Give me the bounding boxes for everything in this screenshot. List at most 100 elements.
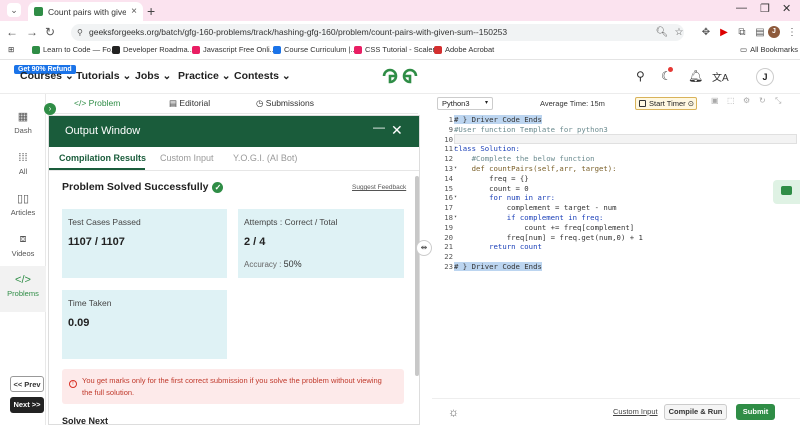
- bookmark-item[interactable]: Course Curriculum |...: [273, 45, 357, 54]
- output-scrollbar[interactable]: [415, 176, 419, 376]
- suggest-feedback-link[interactable]: Suggest Feedback: [352, 184, 406, 191]
- code-line: return count: [454, 242, 542, 252]
- minimize-icon[interactable]: —: [373, 120, 385, 134]
- reset-icon[interactable]: ↻: [759, 96, 766, 105]
- chat-icon: [781, 186, 792, 195]
- bookmark-label: Learn to Code — Fo...: [43, 45, 118, 54]
- tab-yogi-ai-bot[interactable]: Y.O.G.I. (AI Bot): [233, 153, 297, 163]
- compile-run-button[interactable]: Compile & Run: [664, 404, 727, 420]
- gfg-favicon-icon: [34, 7, 43, 16]
- prev-button[interactable]: << Prev: [10, 376, 44, 392]
- reload-icon[interactable]: ↻: [42, 22, 58, 42]
- theme-toggle-icon[interactable]: ☾: [661, 67, 673, 83]
- reading-list-icon[interactable]: ▤: [752, 24, 768, 41]
- accuracy-label: Accuracy :: [244, 260, 282, 269]
- minimize-window-icon[interactable]: —: [736, 2, 747, 14]
- forward-icon[interactable]: →: [24, 22, 40, 42]
- document-icon: ▤: [169, 98, 178, 108]
- caret-down-icon: ▾: [484, 100, 488, 106]
- line-number: 21: [444, 242, 453, 252]
- extension-move-icon[interactable]: ✥: [698, 24, 714, 41]
- code-line: complement = target - num: [454, 203, 617, 213]
- bookmark-item[interactable]: Adobe Acrobat: [434, 45, 494, 54]
- bookmark-favicon-icon: [354, 45, 362, 54]
- bookmark-item[interactable]: Javascript Free Onli...: [192, 45, 276, 54]
- all-bookmarks-folder[interactable]: ▭ All Bookmarks: [740, 45, 798, 54]
- sidebar-item-label: Videos: [11, 249, 35, 258]
- menu-tutorials[interactable]: Tutorials ⌄: [76, 70, 131, 82]
- menu-courses[interactable]: Courses ⌄: [20, 70, 74, 82]
- light-theme-icon[interactable]: ☼: [448, 405, 459, 419]
- sidebar-item-label: Articles: [10, 208, 36, 217]
- panel-resize-handle-icon[interactable]: ⇹: [416, 240, 432, 256]
- sidebar-item-problems[interactable]: </> Problems: [0, 266, 46, 312]
- sidebar-item-dash[interactable]: ▦ Dash: [0, 110, 46, 135]
- bookmark-item[interactable]: Developer Roadma...: [112, 45, 194, 54]
- tab-problem[interactable]: </> Problem: [74, 98, 120, 108]
- sidebar-item-videos[interactable]: ⧈ Videos: [0, 233, 46, 258]
- back-icon[interactable]: ←: [4, 22, 20, 42]
- attempts-label: Attempts : Correct / Total: [244, 217, 338, 227]
- browser-tab[interactable]: Count pairs with given sum | Pr ×: [28, 2, 143, 21]
- url-field[interactable]: ⚲ geeksforgeeks.org/batch/gfg-160-proble…: [71, 24, 684, 41]
- next-button[interactable]: Next >>: [10, 397, 44, 413]
- search-icon[interactable]: ⚲: [636, 69, 645, 83]
- submit-button[interactable]: Submit: [736, 404, 775, 420]
- fullscreen-icon[interactable]: ⬚: [727, 96, 735, 105]
- current-line-highlight: [454, 134, 797, 144]
- settings-icon[interactable]: ⚙: [743, 96, 750, 105]
- sidebar-item-label: All: [18, 167, 28, 176]
- tab-search-icon[interactable]: ⌄: [7, 3, 21, 17]
- close-window-icon[interactable]: ✕: [782, 2, 791, 15]
- code-editor[interactable]: 1▾# } Driver Code Ends9#User function Te…: [432, 112, 800, 395]
- timer-label: Start Timer: [649, 99, 686, 108]
- bookmark-item[interactable]: Learn to Code — Fo...: [32, 45, 117, 54]
- custom-input-link[interactable]: Custom Input: [613, 407, 658, 416]
- left-sidebar: ▦ Dash ⁞⁞⁞ All ▯▯ Articles ⧈ Videos </> Probl…: [0, 94, 46, 425]
- notification-bell-icon[interactable]: 🔔︎: [688, 69, 703, 83]
- line-number: 14: [444, 173, 453, 183]
- bookmark-favicon-icon: [112, 45, 120, 54]
- profile-avatar[interactable]: J: [768, 26, 780, 38]
- sidebar-item-all[interactable]: ⁞⁞⁞ All: [0, 152, 46, 176]
- collapse-icon[interactable]: ⤡: [775, 96, 781, 106]
- translate-icon[interactable]: 文A: [712, 69, 729, 84]
- close-icon[interactable]: ✕: [391, 122, 403, 139]
- bookmark-star-icon[interactable]: ☆: [671, 24, 687, 41]
- apps-icon[interactable]: ⊞: [8, 45, 14, 54]
- bookmark-label: Javascript Free Onli...: [203, 45, 276, 54]
- expand-arrow-icon[interactable]: ›: [44, 103, 56, 115]
- bookmark-item[interactable]: CSS Tutorial - Scaler...: [354, 45, 441, 54]
- close-tab-icon[interactable]: ×: [131, 6, 137, 17]
- site-info-icon[interactable]: ⚲: [77, 24, 83, 41]
- code-icon: </>: [15, 274, 31, 286]
- maximize-window-icon[interactable]: ❐: [760, 2, 770, 15]
- language-select[interactable]: Python3 ▾: [437, 97, 493, 110]
- user-avatar[interactable]: J: [756, 68, 774, 86]
- tab-custom-input[interactable]: Custom Input: [160, 153, 214, 163]
- code-line: # } Driver Code Ends: [454, 115, 542, 124]
- video-icon: ⧈: [19, 233, 27, 245]
- chat-button[interactable]: [773, 180, 800, 204]
- tab-submissions[interactable]: ◷ Submissions: [256, 98, 314, 109]
- zoom-icon[interactable]: 🔍︎: [654, 24, 670, 41]
- menu-practice[interactable]: Practice ⌄: [178, 70, 231, 82]
- language-value: Python3: [442, 99, 470, 108]
- menu-label: Courses: [20, 70, 63, 82]
- tab-compilation-results[interactable]: Compilation Results: [59, 153, 146, 163]
- bookmark-label: Adobe Acrobat: [445, 45, 495, 54]
- tab-editorial[interactable]: ▤ Editorial: [169, 98, 210, 109]
- sidebar-item-articles[interactable]: ▯▯ Articles: [0, 192, 46, 217]
- new-tab-button[interactable]: +: [147, 3, 155, 19]
- browser-menu-icon[interactable]: ⋮: [784, 24, 800, 41]
- extensions-icon[interactable]: ⧉: [734, 24, 750, 41]
- gfg-logo[interactable]: [381, 67, 419, 85]
- time-taken-card: Time Taken 0.09: [62, 290, 227, 359]
- start-timer-button[interactable]: Start Timer ⊙: [635, 97, 697, 110]
- menu-jobs[interactable]: Jobs ⌄: [135, 70, 171, 82]
- time-taken-value: 0.09: [68, 317, 90, 329]
- copy-icon[interactable]: ▣: [711, 96, 719, 105]
- menu-contests[interactable]: Contests ⌄: [234, 70, 291, 82]
- youtube-extension-icon[interactable]: ▶: [716, 24, 732, 41]
- grid-icon: ⁞⁞⁞: [18, 152, 28, 164]
